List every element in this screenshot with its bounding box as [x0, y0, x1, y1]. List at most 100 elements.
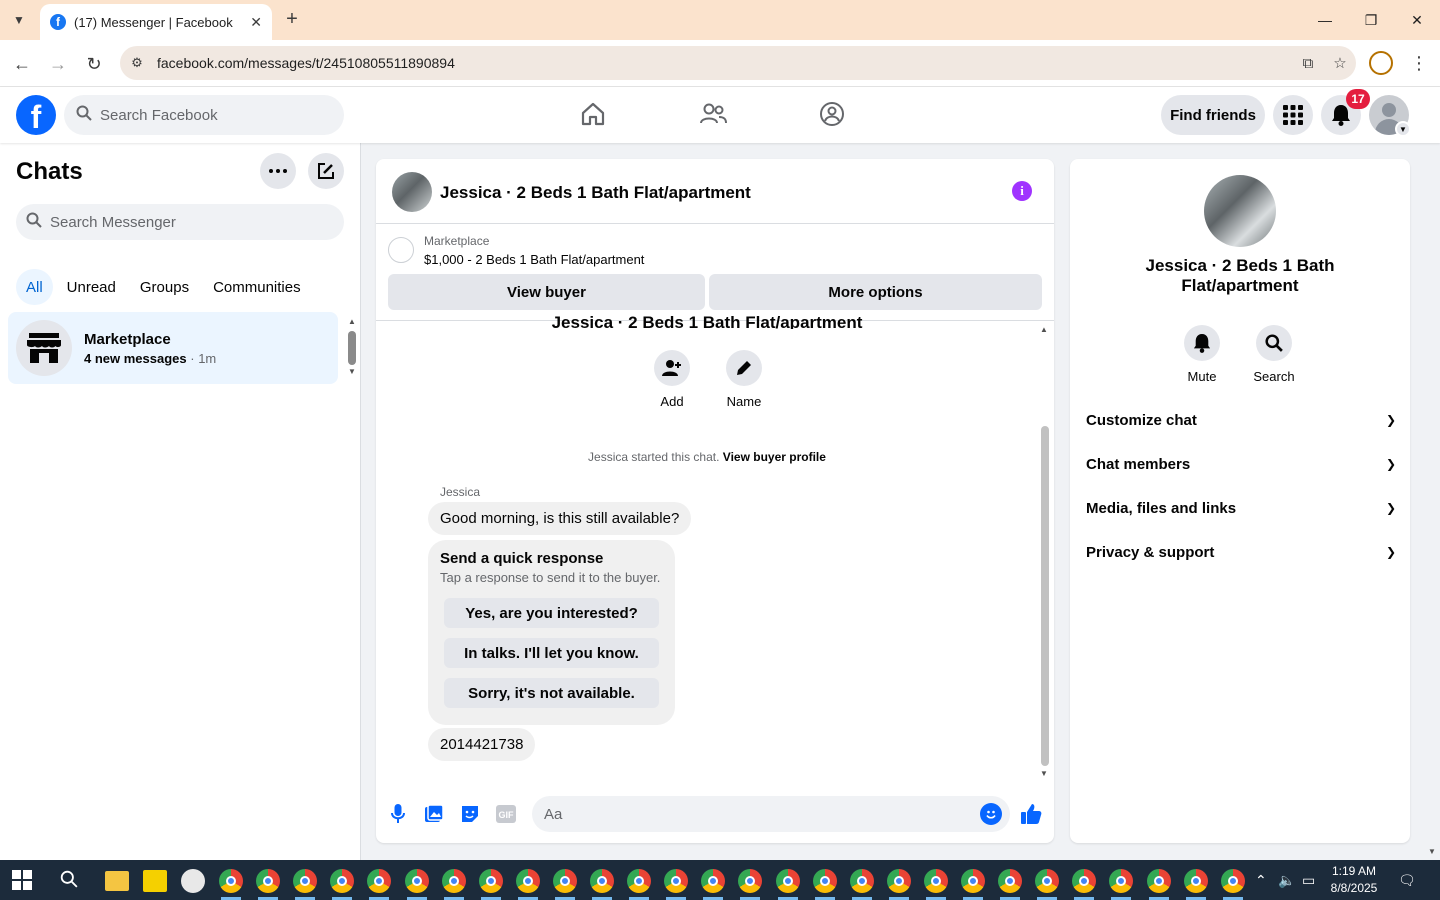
chrome-window-icon[interactable] — [701, 869, 726, 893]
conversation-scrollbar-thumb[interactable] — [1041, 426, 1049, 766]
quick-reply-in-talks[interactable]: In talks. I'll let you know. — [444, 638, 659, 668]
new-message-button[interactable] — [308, 153, 344, 189]
facebook-search[interactable] — [64, 95, 344, 135]
chrome-window-icon[interactable] — [552, 869, 577, 893]
close-tab-icon[interactable]: ✕ — [250, 14, 262, 31]
microphone-icon[interactable] — [386, 802, 410, 826]
chrome-window-icon[interactable] — [961, 869, 985, 893]
network-icon[interactable]: ▭ — [1302, 860, 1315, 900]
add-people-action[interactable]: Add — [642, 350, 702, 409]
thumbs-up-icon[interactable] — [1019, 802, 1043, 826]
messenger-search-input[interactable] — [50, 213, 330, 231]
facebook-search-input[interactable] — [100, 106, 330, 124]
filter-communities[interactable]: Communities — [207, 269, 307, 305]
chrome-window-icon[interactable] — [590, 869, 614, 893]
chrome-window-icon[interactable] — [998, 869, 1023, 893]
gif-icon[interactable]: GIF — [494, 802, 518, 826]
pencil-icon[interactable] — [726, 350, 762, 386]
taskbar-clock[interactable]: 1:19 AM 8/8/2025 — [1318, 863, 1390, 897]
bookmark-star-icon[interactable]: ☆ — [1324, 54, 1356, 72]
page-scrollbar[interactable]: ▲ ▼ — [1426, 87, 1440, 860]
back-button[interactable]: ← — [8, 50, 36, 78]
facebook-logo[interactable]: f — [16, 95, 56, 135]
message-bubble[interactable]: Good morning, is this still available? — [428, 502, 692, 535]
chrome-window-icon[interactable] — [738, 869, 763, 893]
chrome-window-icon[interactable] — [1035, 869, 1060, 893]
filter-unread[interactable]: Unread — [61, 269, 124, 305]
chrome-window-icon[interactable] — [219, 869, 243, 893]
chrome-window-icon[interactable] — [1109, 869, 1134, 893]
media-files-links-row[interactable]: Media, files and links ❯ — [1086, 492, 1396, 524]
chrome-window-icon[interactable] — [293, 869, 318, 893]
message-composer[interactable] — [532, 796, 1010, 832]
sticker-icon[interactable] — [458, 802, 482, 826]
browser-menu-icon[interactable]: ⋮ — [1410, 50, 1428, 78]
search-in-chat-action[interactable]: Search — [1244, 325, 1304, 384]
conversation-info-icon[interactable]: i — [1012, 181, 1032, 201]
privacy-support-row[interactable]: Privacy & support ❯ — [1086, 536, 1396, 568]
photo-icon[interactable] — [422, 802, 446, 826]
menu-grid-icon[interactable] — [1273, 95, 1313, 135]
windows-start-icon[interactable] — [12, 870, 32, 890]
chrome-window-icon[interactable] — [1220, 869, 1245, 893]
filter-all[interactable]: All — [16, 269, 53, 305]
chrome-window-icon[interactable] — [1183, 869, 1208, 893]
add-person-icon[interactable] — [654, 350, 690, 386]
chrome-window-icon[interactable] — [330, 869, 355, 893]
address-bar[interactable]: ⚙ facebook.com/messages/t/24510805511890… — [120, 46, 1356, 80]
show-hidden-icons-icon[interactable]: ⌃ — [1255, 860, 1267, 900]
groups-icon[interactable] — [817, 99, 847, 129]
find-friends-button[interactable]: Find friends — [1161, 95, 1265, 135]
message-input[interactable] — [544, 805, 974, 823]
tab-search-dropdown-icon[interactable]: ▼ — [7, 8, 31, 32]
customize-chat-row[interactable]: Customize chat ❯ — [1086, 404, 1396, 436]
chrome-window-icon[interactable] — [515, 869, 540, 893]
url-text[interactable]: facebook.com/messages/t/2451080551189089… — [154, 55, 1292, 71]
chat-list-scrollbar[interactable]: ▲ ▼ — [346, 315, 358, 379]
quick-reply-interested[interactable]: Yes, are you interested? — [444, 598, 659, 628]
listing-photo-avatar[interactable] — [1204, 175, 1276, 247]
quick-reply-not-available[interactable]: Sorry, it's not available. — [444, 678, 659, 708]
chrome-window-icon[interactable] — [1146, 869, 1171, 893]
chrome-window-icon[interactable] — [1072, 869, 1097, 893]
mute-action[interactable]: Mute — [1172, 325, 1232, 384]
view-buyer-profile-link[interactable]: View buyer profile — [723, 450, 826, 464]
install-app-icon[interactable]: ⧉ — [1292, 55, 1324, 72]
bell-icon[interactable] — [1184, 325, 1220, 361]
file-explorer-icon[interactable] — [105, 871, 129, 891]
forward-button[interactable]: → — [44, 50, 72, 78]
emoji-icon[interactable] — [980, 803, 1002, 825]
chrome-window-icon[interactable] — [886, 869, 911, 893]
message-bubble[interactable]: 2014421738 — [428, 728, 536, 761]
chrome-window-icon[interactable] — [812, 869, 837, 893]
home-icon[interactable] — [578, 99, 608, 129]
chrome-window-icon[interactable] — [664, 869, 689, 893]
chrome-window-icon[interactable] — [478, 869, 503, 893]
chrome-window-icon[interactable] — [404, 869, 429, 893]
chrome-window-icon[interactable] — [849, 869, 874, 893]
view-buyer-button[interactable]: View buyer — [388, 274, 705, 310]
friends-icon[interactable] — [698, 99, 728, 129]
chat-list-item[interactable]: Marketplace 4 new messages · 1m — [8, 312, 338, 384]
new-tab-button[interactable]: + — [280, 8, 304, 32]
sticky-notes-icon[interactable] — [143, 870, 167, 892]
chat-members-row[interactable]: Chat members ❯ — [1086, 448, 1396, 480]
chats-options-button[interactable] — [260, 153, 296, 189]
reload-button[interactable]: ↻ — [80, 50, 108, 78]
close-window-button[interactable]: ✕ — [1394, 0, 1440, 40]
paint-icon[interactable] — [181, 869, 205, 893]
site-info-icon[interactable]: ⚙ — [120, 55, 154, 71]
minimize-button[interactable]: — — [1302, 0, 1348, 40]
conversation-title[interactable]: Jessica · 2 Beds 1 Bath Flat/apartment — [440, 183, 751, 203]
filter-groups[interactable]: Groups — [132, 269, 199, 305]
browser-tab[interactable]: f (17) Messenger | Facebook ✕ — [40, 4, 272, 40]
name-action[interactable]: Name — [714, 350, 774, 409]
listing-avatar[interactable] — [392, 172, 432, 212]
chrome-window-icon[interactable] — [923, 869, 948, 893]
browser-profile-icon[interactable] — [1369, 51, 1393, 75]
chrome-window-icon[interactable] — [627, 869, 652, 893]
chrome-window-icon[interactable] — [256, 869, 281, 893]
more-options-button[interactable]: More options — [709, 274, 1042, 310]
notification-center-icon[interactable]: 🗨 — [1398, 860, 1416, 900]
chrome-window-icon[interactable] — [441, 869, 466, 893]
